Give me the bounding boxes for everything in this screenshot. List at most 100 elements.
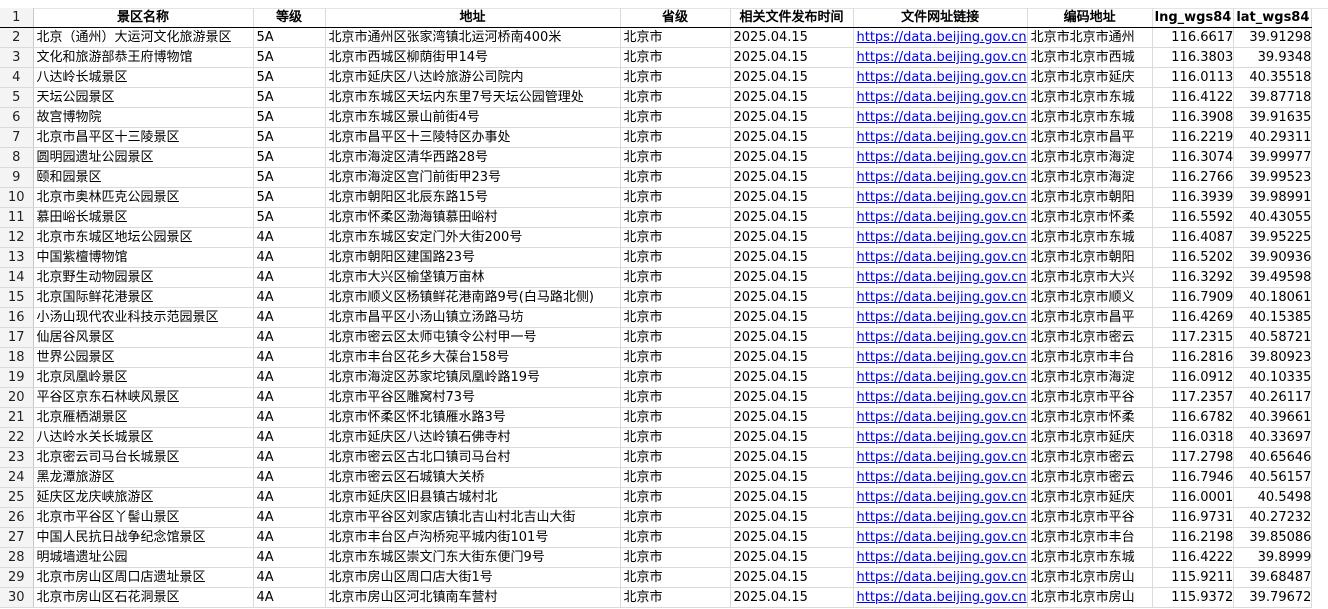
- header-geocode-address[interactable]: 编码地址: [1027, 8, 1153, 28]
- row-number[interactable]: 24: [0, 467, 34, 488]
- row-number[interactable]: 20: [0, 387, 34, 408]
- row-number[interactable]: 19: [0, 367, 34, 388]
- cell-level[interactable]: 5A: [253, 207, 326, 228]
- cell-scenic-name[interactable]: 北京市房山区周口店遗址景区: [33, 567, 254, 588]
- cell-publish-date[interactable]: 2025.04.15: [730, 247, 854, 268]
- cell-lng[interactable]: 116.4222: [1152, 547, 1235, 568]
- cell-lat[interactable]: 40.43055: [1233, 207, 1313, 228]
- cell-publish-date[interactable]: 2025.04.15: [730, 387, 854, 408]
- cell-scenic-name[interactable]: 北京凤凰岭景区: [33, 367, 254, 388]
- cell-level[interactable]: 4A: [253, 247, 326, 268]
- cell-publish-date[interactable]: 2025.04.15: [730, 227, 854, 248]
- cell-publish-date[interactable]: 2025.04.15: [730, 107, 854, 128]
- cell-lng[interactable]: 116.7909: [1152, 287, 1235, 308]
- cell-level[interactable]: 5A: [253, 187, 326, 208]
- cell-lng[interactable]: 116.0912: [1152, 367, 1235, 388]
- cell-level[interactable]: 4A: [253, 507, 326, 528]
- cell-level[interactable]: 5A: [253, 127, 326, 148]
- cell-file-url[interactable]: https://data.beijing.gov.cn: [853, 207, 1028, 228]
- row-number[interactable]: 1: [0, 8, 34, 28]
- cell-lat[interactable]: 40.65646: [1233, 447, 1313, 468]
- cell-lng[interactable]: 116.3292: [1152, 267, 1235, 288]
- cell-file-url[interactable]: https://data.beijing.gov.cn: [853, 587, 1028, 608]
- cell-address[interactable]: 北京市怀柔区怀北镇雁水路3号: [325, 407, 621, 428]
- cell-geocode-address[interactable]: 北京市北京市东城: [1027, 227, 1153, 248]
- row-number[interactable]: 2: [0, 27, 34, 48]
- cell-level[interactable]: 5A: [253, 147, 326, 168]
- row-number[interactable]: 9: [0, 167, 34, 188]
- cell-geocode-address[interactable]: 北京市北京市房山: [1027, 587, 1153, 608]
- cell-level[interactable]: 5A: [253, 67, 326, 88]
- cell-address[interactable]: 北京市海淀区苏家坨镇凤凰岭路19号: [325, 367, 621, 388]
- header-address[interactable]: 地址: [325, 8, 621, 28]
- cell-lat[interactable]: 39.80923: [1233, 347, 1313, 368]
- cell-lat[interactable]: 39.95225: [1233, 227, 1313, 248]
- cell-level[interactable]: 4A: [253, 327, 326, 348]
- spreadsheet-grid[interactable]: 1 景区名称 等级 地址 省级 相关文件发布时间 文件网址链接 编码地址 lng…: [0, 8, 1313, 608]
- cell-level[interactable]: 5A: [253, 87, 326, 108]
- cell-scenic-name[interactable]: 文化和旅游部恭王府博物馆: [33, 47, 254, 68]
- cell-lng[interactable]: 116.2198: [1152, 527, 1235, 548]
- cell-address[interactable]: 北京市通州区张家湾镇北运河桥南400米: [325, 27, 621, 48]
- cell-level[interactable]: 5A: [253, 167, 326, 188]
- cell-scenic-name[interactable]: 世界公园景区: [33, 347, 254, 368]
- cell-scenic-name[interactable]: 故宫博物院: [33, 107, 254, 128]
- cell-address[interactable]: 北京市延庆区八达岭旅游公司院内: [325, 67, 621, 88]
- cell-lat[interactable]: 40.5498: [1233, 487, 1313, 508]
- cell-file-url[interactable]: https://data.beijing.gov.cn: [853, 467, 1028, 488]
- cell-publish-date[interactable]: 2025.04.15: [730, 307, 854, 328]
- cell-scenic-name[interactable]: 北京（通州）大运河文化旅游景区: [33, 27, 254, 48]
- cell-level[interactable]: 4A: [253, 547, 326, 568]
- cell-scenic-name[interactable]: 明城墙遗址公园: [33, 547, 254, 568]
- cell-level[interactable]: 4A: [253, 287, 326, 308]
- cell-level[interactable]: 4A: [253, 567, 326, 588]
- cell-province[interactable]: 北京市: [620, 447, 731, 468]
- cell-geocode-address[interactable]: 北京市北京市延庆: [1027, 427, 1153, 448]
- cell-publish-date[interactable]: 2025.04.15: [730, 47, 854, 68]
- row-number[interactable]: 8: [0, 147, 34, 168]
- cell-publish-date[interactable]: 2025.04.15: [730, 287, 854, 308]
- cell-level[interactable]: 4A: [253, 587, 326, 608]
- cell-province[interactable]: 北京市: [620, 567, 731, 588]
- cell-scenic-name[interactable]: 北京野生动物园景区: [33, 267, 254, 288]
- cell-geocode-address[interactable]: 北京市北京市海淀: [1027, 147, 1153, 168]
- cell-publish-date[interactable]: 2025.04.15: [730, 567, 854, 588]
- cell-geocode-address[interactable]: 北京市北京市怀柔: [1027, 407, 1153, 428]
- row-number[interactable]: 7: [0, 127, 34, 148]
- cell-publish-date[interactable]: 2025.04.15: [730, 527, 854, 548]
- cell-address[interactable]: 北京市延庆区旧县镇古城村北: [325, 487, 621, 508]
- cell-geocode-address[interactable]: 北京市北京市海淀: [1027, 367, 1153, 388]
- cell-geocode-address[interactable]: 北京市北京市西城: [1027, 47, 1153, 68]
- cell-geocode-address[interactable]: 北京市北京市昌平: [1027, 307, 1153, 328]
- cell-geocode-address[interactable]: 北京市北京市密云: [1027, 327, 1153, 348]
- cell-level[interactable]: 5A: [253, 47, 326, 68]
- row-number[interactable]: 3: [0, 47, 34, 68]
- cell-lat[interactable]: 39.87718: [1233, 87, 1313, 108]
- cell-publish-date[interactable]: 2025.04.15: [730, 127, 854, 148]
- cell-publish-date[interactable]: 2025.04.15: [730, 507, 854, 528]
- row-number[interactable]: 21: [0, 407, 34, 428]
- cell-file-url[interactable]: https://data.beijing.gov.cn: [853, 107, 1028, 128]
- row-number[interactable]: 28: [0, 547, 34, 568]
- header-publish-date[interactable]: 相关文件发布时间: [730, 8, 854, 28]
- cell-province[interactable]: 北京市: [620, 227, 731, 248]
- cell-address[interactable]: 北京市平谷区雕窝村73号: [325, 387, 621, 408]
- row-number[interactable]: 29: [0, 567, 34, 588]
- row-number[interactable]: 15: [0, 287, 34, 308]
- cell-publish-date[interactable]: 2025.04.15: [730, 207, 854, 228]
- cell-publish-date[interactable]: 2025.04.15: [730, 67, 854, 88]
- cell-province[interactable]: 北京市: [620, 347, 731, 368]
- row-number[interactable]: 6: [0, 107, 34, 128]
- cell-level[interactable]: 4A: [253, 387, 326, 408]
- cell-scenic-name[interactable]: 北京市东城区地坛公园景区: [33, 227, 254, 248]
- cell-geocode-address[interactable]: 北京市北京市丰台: [1027, 527, 1153, 548]
- cell-lat[interactable]: 40.58721: [1233, 327, 1313, 348]
- cell-file-url[interactable]: https://data.beijing.gov.cn: [853, 507, 1028, 528]
- cell-scenic-name[interactable]: 八达岭水关长城景区: [33, 427, 254, 448]
- cell-level[interactable]: 5A: [253, 27, 326, 48]
- cell-scenic-name[interactable]: 北京国际鲜花港景区: [33, 287, 254, 308]
- cell-file-url[interactable]: https://data.beijing.gov.cn: [853, 247, 1028, 268]
- cell-publish-date[interactable]: 2025.04.15: [730, 327, 854, 348]
- cell-province[interactable]: 北京市: [620, 27, 731, 48]
- cell-level[interactable]: 4A: [253, 487, 326, 508]
